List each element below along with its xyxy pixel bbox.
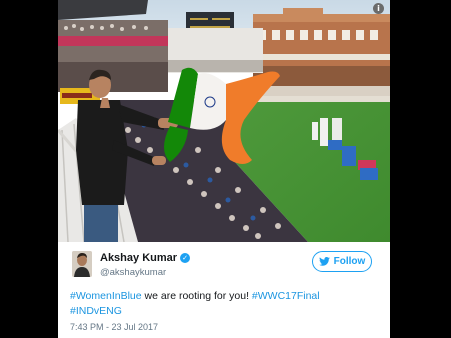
hashtag-indveng[interactable]: #INDvENG xyxy=(70,305,122,317)
tweet-card: i Akshay Kumar ✓ @akshaykumar Follow #Wom… xyxy=(58,0,390,338)
follow-button[interactable]: Follow xyxy=(312,251,372,272)
stadium-scene xyxy=(58,0,390,242)
user-handle[interactable]: @akshaykumar xyxy=(100,267,166,278)
hashtag-wwc17final[interactable]: #WWC17Final xyxy=(252,290,320,302)
display-name-text: Akshay Kumar xyxy=(100,252,178,264)
follow-label: Follow xyxy=(333,256,366,267)
tweet-timestamp[interactable]: 7:43 PM - 23 Jul 2017 xyxy=(70,322,158,332)
hashtag-women-in-blue[interactable]: #WomenInBlue xyxy=(70,290,142,302)
twitter-bird-icon xyxy=(318,257,330,266)
tweet-body: Akshay Kumar ✓ @akshaykumar Follow #Women… xyxy=(58,242,390,338)
info-icon[interactable]: i xyxy=(373,3,384,14)
tweet-photo[interactable]: i xyxy=(58,0,390,242)
avatar[interactable] xyxy=(72,251,92,277)
tweet-text: #WomenInBlue we are rooting for you! #WW… xyxy=(70,289,380,319)
verified-icon: ✓ xyxy=(180,253,191,263)
avatar-image xyxy=(72,251,92,277)
tweet-text-body: we are rooting for you! xyxy=(141,290,252,302)
display-name[interactable]: Akshay Kumar ✓ xyxy=(100,252,191,264)
